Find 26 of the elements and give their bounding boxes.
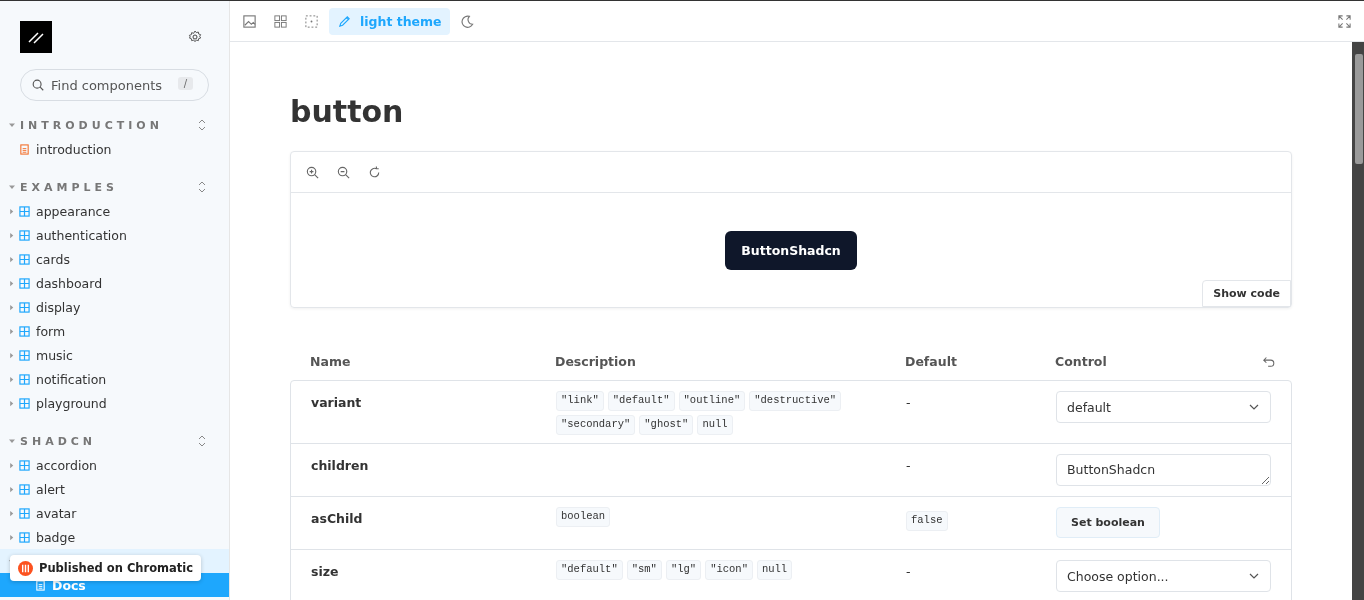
column-header: Name (310, 353, 352, 369)
type-tag: "secondary" (556, 415, 636, 435)
column-header: Default (905, 353, 958, 369)
default-value: - (906, 564, 911, 579)
type-tag: null (697, 415, 733, 435)
default-value: false (906, 511, 948, 531)
arg-name: asChild (311, 510, 364, 528)
type-tag: "default" (607, 391, 675, 411)
arg-name: size (311, 563, 340, 581)
type-tag: "ghost" (639, 415, 694, 435)
type-tag: "destructive" (749, 391, 842, 411)
type-tag: boolean (556, 507, 611, 527)
column-header: Description (555, 353, 637, 369)
type-tag: "sm" (626, 560, 662, 580)
page-title: button (290, 94, 405, 129)
column-header: Control (1055, 353, 1108, 369)
type-tag: "icon" (705, 560, 753, 580)
type-tag: "link" (556, 391, 604, 411)
type-tag: "outline" (678, 391, 746, 411)
type-tag: "lg" (665, 560, 702, 580)
type-tag: "default" (556, 560, 623, 580)
arg-name: variant (311, 394, 363, 412)
type-tag: null (756, 560, 793, 580)
arg-name: children (311, 457, 370, 475)
default-value: - (906, 458, 911, 473)
default-value: - (906, 395, 911, 410)
